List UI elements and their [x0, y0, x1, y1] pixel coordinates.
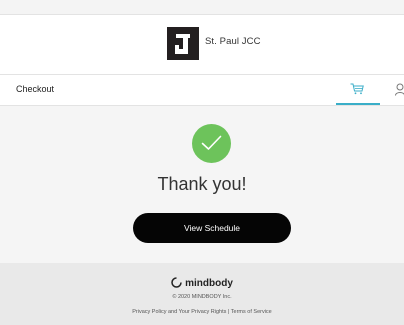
- copyright-text: © 2020 MINDBODY Inc.: [172, 294, 232, 300]
- mindbody-logo-icon: [171, 277, 182, 288]
- thank-you-message: Thank you!: [157, 174, 247, 194]
- footer: mindbody © 2020 MINDBODY Inc. Privacy Po…: [0, 263, 404, 325]
- nav-bar: Checkout: [0, 75, 404, 106]
- brand-logo: [167, 27, 199, 60]
- active-tab-indicator: [336, 103, 380, 105]
- cart-button[interactable]: [336, 75, 380, 105]
- page-title: Checkout: [16, 84, 55, 94]
- top-strip: [0, 0, 404, 15]
- confirmation-panel: Thank you! View Schedule: [0, 106, 404, 263]
- legal-links: Privacy Policy and Your Privacy Rights |…: [0, 309, 404, 315]
- cart-icon: [350, 83, 364, 95]
- terms-of-service-link[interactable]: Terms of Service: [231, 309, 272, 315]
- privacy-policy-link[interactable]: Privacy Policy and Your Privacy Rights: [132, 309, 226, 315]
- header: St. Paul JCC: [0, 15, 404, 75]
- check-icon: [201, 135, 222, 150]
- mindbody-logo-text: mindbody: [185, 278, 233, 289]
- user-icon[interactable]: [395, 83, 404, 96]
- mindbody-logo: mindbody: [0, 277, 404, 289]
- brand-name: St. Paul JCC: [205, 36, 261, 47]
- success-badge: [192, 124, 231, 163]
- view-schedule-button[interactable]: View Schedule: [133, 213, 291, 243]
